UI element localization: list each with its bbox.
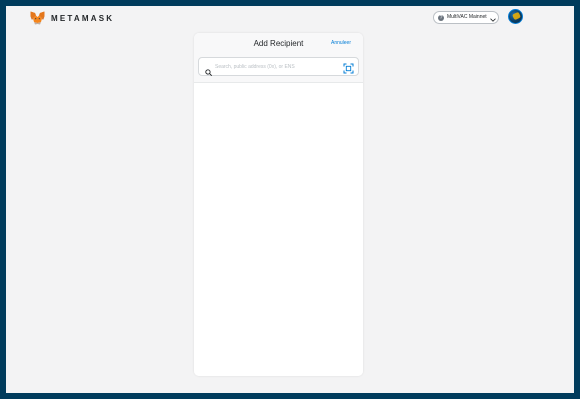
network-selector[interactable]: ? MultiVAC Mainnet (433, 11, 499, 24)
recipient-search-box[interactable] (198, 57, 359, 76)
recipient-list (194, 83, 363, 376)
send-header: Add Recipient Annuleer (194, 33, 363, 53)
network-status-icon: ? (438, 14, 444, 21)
qr-scan-icon[interactable] (343, 61, 354, 74)
cancel-button[interactable]: Annuleer (331, 40, 351, 47)
recipient-search-input[interactable] (215, 61, 340, 72)
recipient-search-section (194, 53, 363, 83)
chevron-down-icon (489, 9, 496, 27)
metamask-logo[interactable]: METAMASK (30, 11, 114, 25)
search-icon (205, 63, 212, 81)
app-window: METAMASK ? MultiVAC Mainnet Add Recipien… (6, 6, 574, 393)
account-identicon[interactable] (508, 9, 523, 24)
brand-wordmark: METAMASK (51, 13, 115, 23)
send-panel: Add Recipient Annuleer (194, 33, 363, 376)
metamask-fox-icon (30, 11, 45, 25)
network-label: MultiVAC Mainnet (447, 14, 487, 20)
